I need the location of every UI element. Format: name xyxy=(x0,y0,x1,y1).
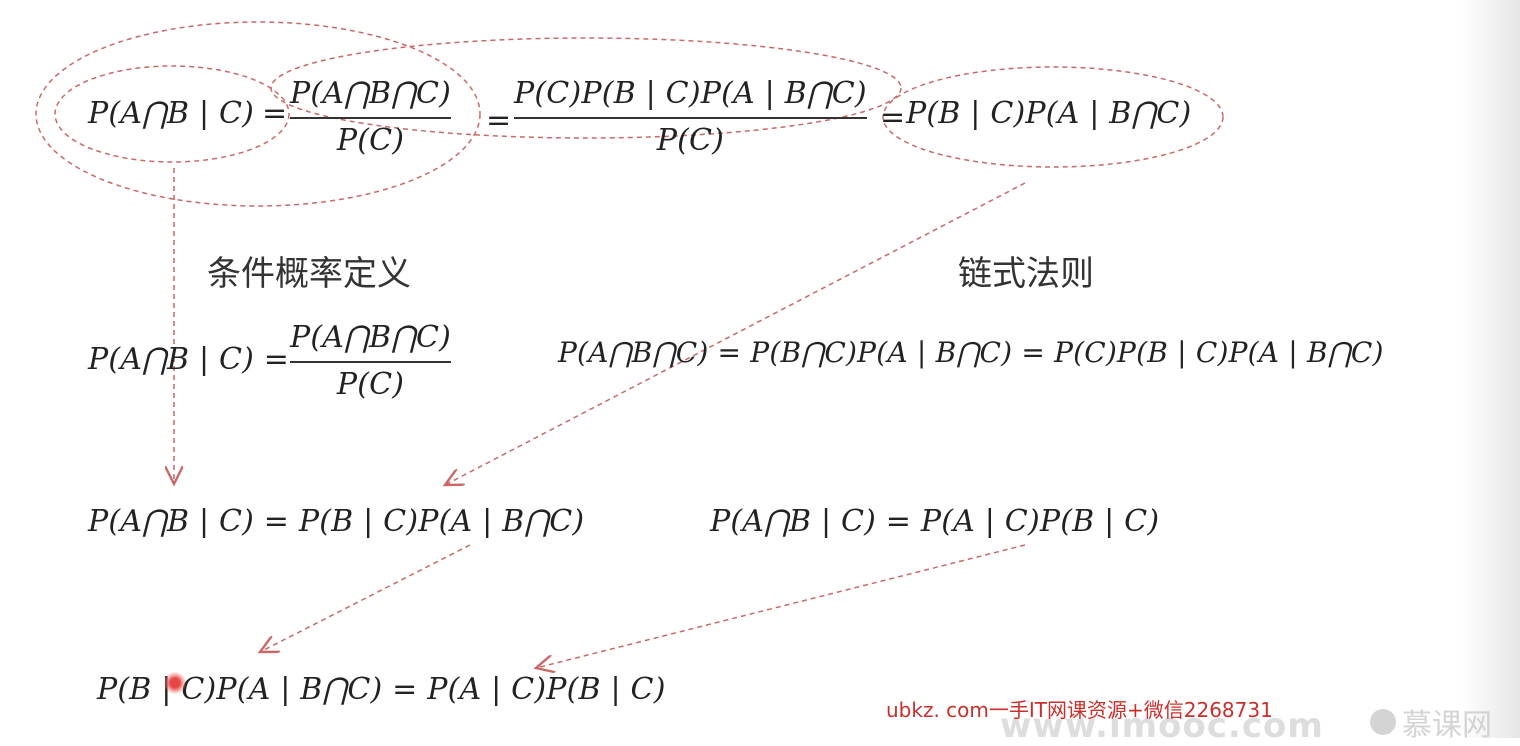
arrow-chain-to-left xyxy=(445,182,1026,485)
top-fraction-2-denominator: P(C) xyxy=(656,123,725,158)
fraction-bar xyxy=(290,117,452,119)
arrow-left-to-bottom xyxy=(260,544,471,652)
pointer-cursor-icon xyxy=(164,672,186,694)
watermark-logo-text: 慕课网 xyxy=(1402,708,1492,743)
top-eq-1: = xyxy=(262,96,288,131)
top-fraction-2-numerator: P(C)P(B | C)P(A | B⋂C) xyxy=(514,76,867,111)
top-eq-3: = xyxy=(880,100,906,135)
arrow-right-to-bottom xyxy=(536,544,1026,668)
lower-right-formula: P(A⋂B | C) = P(A | C)P(B | C) xyxy=(710,504,1160,539)
chain-rule-formula: P(A⋂B⋂C) = P(B⋂C)P(A | B⋂C) = P(C)P(B | … xyxy=(558,336,1384,369)
top-fraction-1-numerator: P(A⋂B⋂C) xyxy=(290,76,452,111)
definition-fraction-numerator: P(A⋂B⋂C) xyxy=(290,320,452,355)
fraction-bar xyxy=(290,361,452,363)
label-conditional-definition: 条件概率定义 xyxy=(207,254,411,294)
top-fraction-2: P(C)P(B | C)P(A | B⋂C) P(C) xyxy=(514,76,867,158)
watermark-logo: 慕课网 xyxy=(1370,700,1492,744)
definition-lhs: P(A⋂B | C) = xyxy=(88,342,290,377)
definition-fraction-denominator: P(C) xyxy=(336,367,405,402)
top-fraction-1-denominator: P(C) xyxy=(336,123,405,158)
top-lhs: P(A⋂B | C) xyxy=(88,96,255,131)
watermark-text: ubkz. com一手IT网课资源+微信2268731 xyxy=(886,698,1273,722)
definition-fraction: P(A⋂B⋂C) P(C) xyxy=(290,320,452,402)
top-result: P(B | C)P(A | B⋂C) xyxy=(906,96,1192,131)
top-eq-2: = xyxy=(486,103,512,138)
fraction-bar xyxy=(514,117,867,119)
flame-icon xyxy=(1370,709,1396,735)
top-fraction-1: P(A⋂B⋂C) P(C) xyxy=(290,76,452,158)
label-chain-rule: 链式法则 xyxy=(958,254,1094,294)
lower-left-formula: P(A⋂B | C) = P(B | C)P(A | B⋂C) xyxy=(88,504,585,539)
